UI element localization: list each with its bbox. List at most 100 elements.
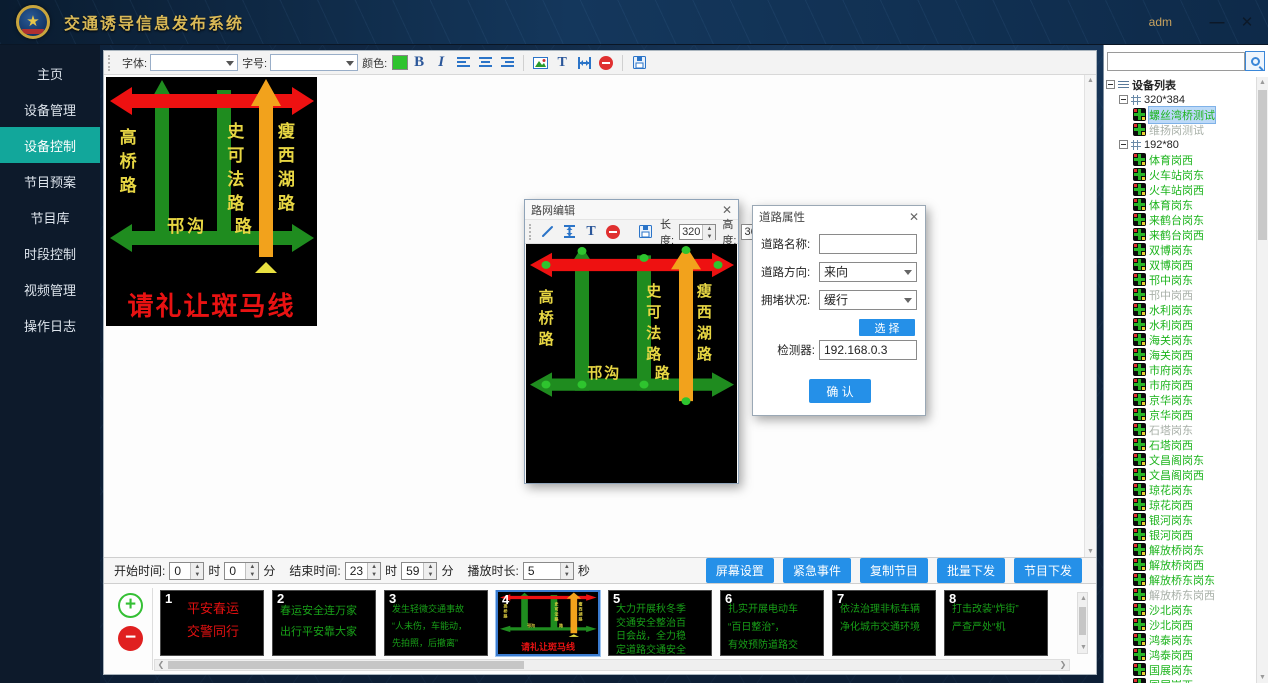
road-edit-canvas[interactable]: 高桥路 史可法路 瘦西湖路 邗沟 路: [526, 244, 737, 483]
sidebar-item[interactable]: 主页: [0, 55, 100, 91]
scrollbar-thumb[interactable]: [1079, 607, 1086, 635]
tree-node[interactable]: 螺丝湾桥测试: [1106, 107, 1255, 122]
align-left-button[interactable]: [454, 54, 472, 72]
sidebar-item[interactable]: 操作日志: [0, 307, 100, 343]
playlist-vertical-scrollbar[interactable]: ▲ ▼: [1077, 592, 1088, 654]
tree-vertical-scrollbar[interactable]: ▲ ▼: [1256, 77, 1268, 683]
tree-root[interactable]: 设备列表: [1106, 77, 1255, 92]
tree-node[interactable]: 沙北岗西: [1106, 617, 1255, 632]
italic-button[interactable]: I: [432, 54, 450, 72]
delete-tool-button[interactable]: [604, 223, 622, 241]
expand-toggle-icon[interactable]: [1106, 80, 1115, 89]
expand-toggle-icon[interactable]: [1119, 140, 1128, 149]
scroll-down-icon[interactable]: ▼: [1085, 546, 1096, 557]
scrollbar-thumb[interactable]: [1258, 90, 1267, 240]
tree-node[interactable]: 鸿泰岗东: [1106, 632, 1255, 647]
sidebar-item[interactable]: 节目预案: [0, 163, 100, 199]
stepper-arrows[interactable]: ▲▼: [190, 563, 203, 579]
scroll-left-icon[interactable]: ❮: [155, 660, 167, 670]
tree-node[interactable]: 京华岗东: [1106, 392, 1255, 407]
dialog-titlebar[interactable]: 道路属性 ✕: [753, 206, 925, 228]
confirm-button[interactable]: 确 认: [809, 379, 871, 403]
end-minute-stepper[interactable]: 59▲▼: [401, 562, 437, 580]
sidebar-item[interactable]: 时段控制: [0, 235, 100, 271]
user-name[interactable]: adm: [1149, 15, 1172, 29]
playlist-horizontal-scrollbar[interactable]: ❮ ❯: [154, 659, 1070, 671]
action-button[interactable]: 节目下发: [1014, 558, 1082, 583]
font-size-select[interactable]: [270, 54, 358, 71]
sidebar-item[interactable]: 设备管理: [0, 91, 100, 127]
scroll-up-icon[interactable]: ▲: [1085, 75, 1096, 86]
program-thumbnail[interactable]: 3 发生轻微交通事故 “人未伤，车能动， 先拍照，后撤离”: [384, 590, 488, 656]
tree-node[interactable]: 国展岗西: [1106, 677, 1255, 683]
led-preview[interactable]: 高桥路 史可法路 瘦西湖路 邗沟 路 请礼让斑马线: [106, 77, 317, 326]
length-stepper[interactable]: 320▲▼: [679, 224, 716, 240]
tree-node[interactable]: 市府岗东: [1106, 362, 1255, 377]
save-button[interactable]: [630, 54, 648, 72]
scroll-up-icon[interactable]: ▲: [1078, 593, 1089, 604]
action-button[interactable]: 复制节目: [860, 558, 928, 583]
tree-node[interactable]: 火车站岗东: [1106, 167, 1255, 182]
road-direction-select[interactable]: 来向: [819, 262, 917, 282]
insert-image-button[interactable]: [531, 54, 549, 72]
minimize-icon[interactable]: —: [1204, 11, 1230, 33]
scroll-up-icon[interactable]: ▲: [1257, 77, 1268, 88]
dialog-titlebar[interactable]: 路网编辑 ✕: [525, 200, 738, 220]
tree-node[interactable]: 海关岗西: [1106, 347, 1255, 362]
stepper-arrows[interactable]: ▲▼: [560, 563, 573, 579]
tree-node[interactable]: 解放桥岗东: [1106, 542, 1255, 557]
tree-node[interactable]: 银河岗东: [1106, 512, 1255, 527]
tree-node[interactable]: 320*384: [1106, 92, 1255, 107]
sidebar-item[interactable]: 节目库: [0, 199, 100, 235]
draw-road-button[interactable]: [538, 223, 556, 241]
tree-node[interactable]: 文昌阁岗东: [1106, 452, 1255, 467]
align-right-button[interactable]: [498, 54, 516, 72]
tree-node[interactable]: 琼花岗西: [1106, 497, 1255, 512]
close-icon[interactable]: ✕: [722, 203, 732, 217]
tree-node[interactable]: 石塔岗西: [1106, 437, 1255, 452]
tree-node[interactable]: 海关岗东: [1106, 332, 1255, 347]
duration-stepper[interactable]: 5▲▼: [523, 562, 574, 580]
tree-node[interactable]: 水利岗西: [1106, 317, 1255, 332]
scrollbar-thumb[interactable]: [168, 661, 524, 669]
action-button[interactable]: 批量下发: [937, 558, 1005, 583]
scroll-right-icon[interactable]: ❯: [1057, 660, 1069, 670]
align-center-button[interactable]: [476, 54, 494, 72]
program-thumbnail[interactable]: 5 大力开展秋冬季 交通安全整治百 日会战，全力稳 定道路交通安全 形势！: [608, 590, 712, 656]
remove-program-button[interactable]: −: [118, 626, 143, 651]
tree-node[interactable]: 体育岗西: [1106, 152, 1255, 167]
road-name-input[interactable]: [819, 234, 917, 254]
congestion-select[interactable]: 缓行: [819, 290, 917, 310]
tree-node[interactable]: 火车站岗西: [1106, 182, 1255, 197]
bold-button[interactable]: B: [410, 54, 428, 72]
tree-node[interactable]: 国展岗东: [1106, 662, 1255, 677]
start-minute-stepper[interactable]: 0▲▼: [224, 562, 259, 580]
road-label-canal-suffix[interactable]: 路: [655, 362, 672, 383]
tree-node[interactable]: 双博岗东: [1106, 242, 1255, 257]
road-network-editor[interactable]: 高桥路 史可法路 瘦西湖路 邗沟 路: [526, 244, 737, 423]
tree-node[interactable]: 来鹤台岗西: [1106, 227, 1255, 242]
sidebar-item[interactable]: 设备控制: [0, 127, 100, 163]
stepper-arrows[interactable]: ▲▼: [367, 563, 380, 579]
save-button[interactable]: [636, 223, 654, 241]
detector-input[interactable]: 192.168.0.3: [819, 340, 917, 360]
program-thumbnail-selected[interactable]: 高桥路 史可法路 瘦西湖路 邗沟 路 请礼让斑马线 4: [496, 590, 600, 656]
road-network-tool-button[interactable]: [575, 54, 593, 72]
stepper-arrows[interactable]: ▲▼: [702, 225, 715, 239]
add-program-button[interactable]: +: [118, 593, 143, 618]
tree-node[interactable]: 邗中岗东: [1106, 272, 1255, 287]
tree-node[interactable]: 解放桥东岗西: [1106, 587, 1255, 602]
tree-node[interactable]: 琼花岗东: [1106, 482, 1255, 497]
tree-node[interactable]: 鸿泰岗西: [1106, 647, 1255, 662]
tree-node[interactable]: 体育岗东: [1106, 197, 1255, 212]
search-button[interactable]: [1245, 51, 1265, 71]
close-icon[interactable]: ✕: [909, 210, 919, 224]
tree-node[interactable]: 石塔岗东: [1106, 422, 1255, 437]
scroll-down-icon[interactable]: ▼: [1078, 642, 1089, 653]
expand-toggle-icon[interactable]: [1119, 95, 1128, 104]
canvas-vertical-scrollbar[interactable]: ▲ ▼: [1084, 75, 1096, 557]
tree-node[interactable]: 银河岗西: [1106, 527, 1255, 542]
text-tool-button[interactable]: T: [553, 54, 571, 72]
delete-tool-button[interactable]: [597, 54, 615, 72]
tree-node[interactable]: 邗中岗西: [1106, 287, 1255, 302]
